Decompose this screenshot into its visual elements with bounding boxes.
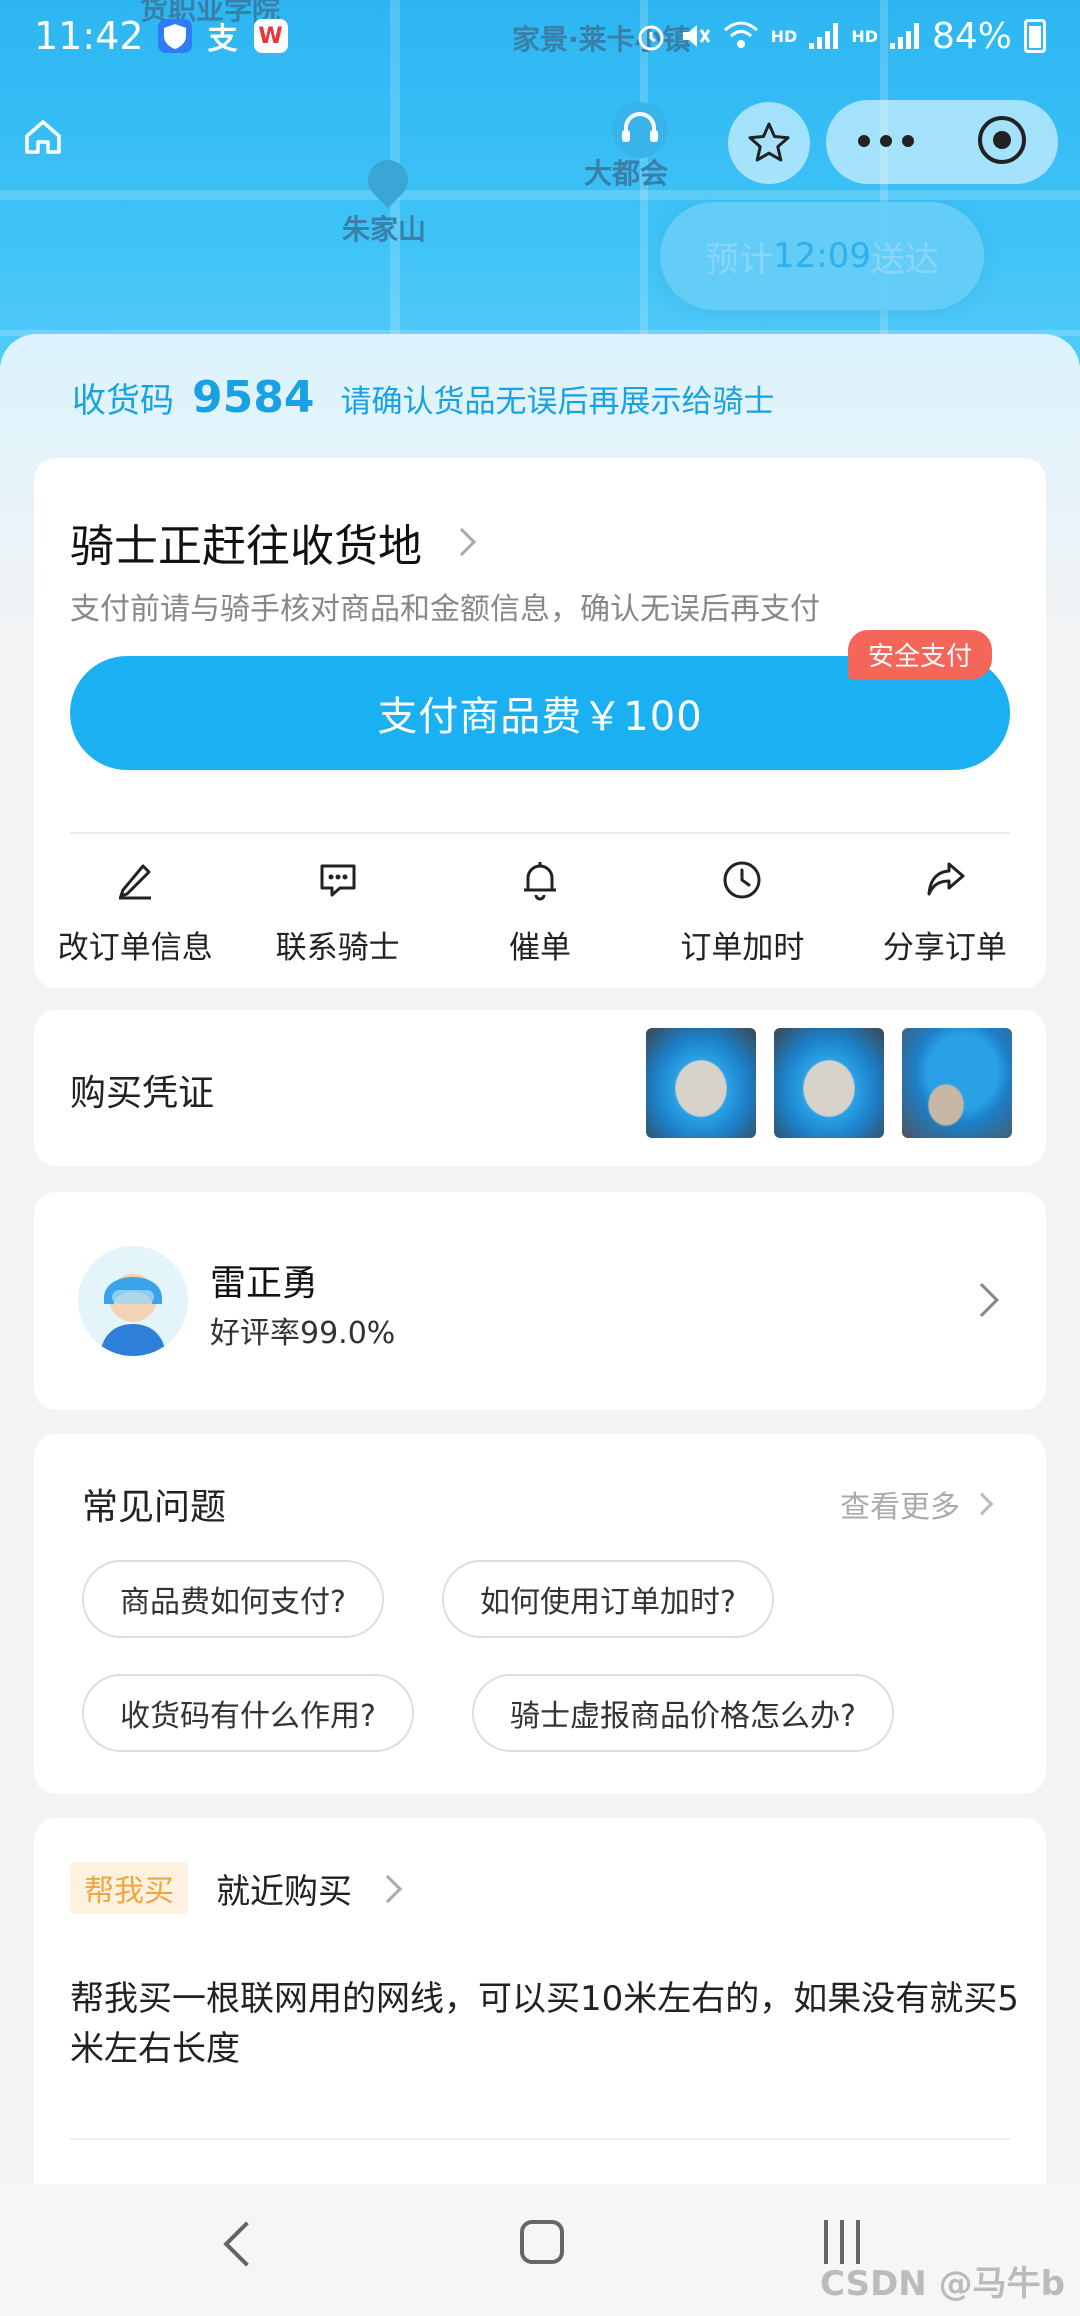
back-icon[interactable] xyxy=(223,2221,269,2267)
hd-signal-icon xyxy=(809,23,839,49)
proof-image-thumbnail[interactable] xyxy=(902,1028,1012,1138)
watermark: CSDN @马牛b xyxy=(820,2264,1065,2304)
eta-bubble: 预计 12:09 送达 xyxy=(660,202,984,310)
system-nav-bar: CSDN @马牛b xyxy=(0,2184,1080,2316)
rider-rating: 好评率99.0% xyxy=(210,1316,396,1351)
favorite-button[interactable] xyxy=(728,102,810,184)
map-place-label: 朱家山 xyxy=(342,213,427,246)
status-bar: 11:42 支 W HD HD 84% xyxy=(0,0,1080,72)
action-label: 联系骑士 xyxy=(275,930,400,966)
purchase-proof-card: 购买凭证 xyxy=(34,1010,1046,1166)
home-nav-icon[interactable] xyxy=(520,2220,564,2264)
faq-card: 常见问题 查看更多 商品费如何支付? 如何使用订单加时? 收货码有什么作用? 骑… xyxy=(34,1434,1046,1794)
order-detail-card: 帮我买 就近购买 帮我买一根联网用的网线，可以买10米左右的，如果没有就买5米左… xyxy=(34,1818,1046,2238)
share-order-button[interactable]: 分享订单 xyxy=(844,858,1046,967)
chat-icon xyxy=(320,864,356,897)
alarm-icon xyxy=(638,25,664,51)
receipt-code: 9584 xyxy=(192,372,315,423)
purchase-type-label: 就近购买 xyxy=(216,1872,352,1912)
map-road xyxy=(0,190,1080,200)
star-icon xyxy=(748,122,790,162)
chevron-right-icon xyxy=(447,527,477,557)
hd-signal-icon xyxy=(889,23,920,49)
see-more-label: 查看更多 xyxy=(840,1490,960,1525)
chevron-right-icon xyxy=(970,1492,994,1516)
safe-pay-badge: 安全支付 xyxy=(848,630,993,679)
divider xyxy=(70,2138,1010,2140)
more-button[interactable] xyxy=(856,133,916,152)
action-label: 分享订单 xyxy=(882,930,1007,966)
proof-image-thumbnail[interactable] xyxy=(774,1028,884,1138)
order-status-title: 骑士正赶往收货地 xyxy=(70,521,422,572)
home-button[interactable] xyxy=(22,116,64,158)
help-buy-tag: 帮我买 xyxy=(70,1862,188,1914)
edit-order-button[interactable]: 改订单信息 xyxy=(34,858,236,967)
alipay-icon: 支 xyxy=(207,22,238,57)
divider xyxy=(70,832,1010,834)
target-circle-icon xyxy=(978,116,1026,164)
faq-question-chip[interactable]: 骑士虚报商品价格怎么办? xyxy=(472,1674,894,1752)
rider-helmet-avatar-icon xyxy=(78,1246,188,1356)
shield-icon xyxy=(157,19,192,53)
status-time: 11:42 xyxy=(34,14,144,58)
faq-see-more-link[interactable]: 查看更多 xyxy=(840,1482,994,1526)
bell-icon xyxy=(524,862,557,901)
action-label: 订单加时 xyxy=(680,930,805,966)
chevron-right-icon xyxy=(965,1283,999,1317)
contact-rider-button[interactable]: 联系骑士 xyxy=(236,858,438,967)
faq-question-chip[interactable]: 如何使用订单加时? xyxy=(442,1560,774,1638)
order-status-title-row[interactable]: 骑士正赶往收货地 xyxy=(70,510,477,574)
receipt-code-hint: 请确认货品无误后再展示给骑士 xyxy=(340,384,775,420)
home-icon xyxy=(25,120,61,154)
eta-suffix: 送达 xyxy=(870,239,939,280)
rider-avatar xyxy=(78,1246,188,1356)
faq-title: 常见问题 xyxy=(82,1487,227,1528)
rider-card[interactable]: 雷正勇 好评率99.0% xyxy=(34,1192,1046,1410)
receipt-code-label: 收货码 xyxy=(72,381,174,421)
faq-question-chip[interactable]: 商品费如何支付? xyxy=(82,1560,384,1638)
wps-icon: W xyxy=(253,19,288,53)
rider-name: 雷正勇 xyxy=(210,1263,319,1304)
order-status-subtitle: 支付前请与骑手核对商品和金额信息，确认无误后再支付 xyxy=(70,592,820,627)
wifi-icon xyxy=(723,21,758,48)
purchase-type-link[interactable]: 就近购买 xyxy=(216,1864,403,1913)
battery-percent: 84% xyxy=(931,15,1012,57)
proof-image-thumbnail[interactable] xyxy=(646,1028,756,1138)
receipt-code-row: 收货码 9584 请确认货品无误后再展示给骑士 xyxy=(72,372,774,423)
faq-question-chip[interactable]: 收货码有什么作用? xyxy=(82,1674,414,1752)
chevron-right-icon xyxy=(373,1874,403,1903)
order-note: 帮我买一根联网用的网线，可以买10米左右的，如果没有就买5米左右长度 xyxy=(70,1979,1019,2069)
purchase-proof-label: 购买凭证 xyxy=(70,1073,215,1114)
urge-order-button[interactable]: 催单 xyxy=(439,858,641,967)
action-label: 改订单信息 xyxy=(57,930,213,966)
order-status-card: 骑士正赶往收货地 支付前请与骑手核对商品和金额信息，确认无误后再支付 支付商品费… xyxy=(34,458,1046,988)
hd-label: HD xyxy=(770,26,798,46)
clock-icon xyxy=(723,861,761,899)
close-miniprogram-button[interactable] xyxy=(976,114,1028,170)
headset-icon xyxy=(612,102,668,158)
edit-icon xyxy=(119,864,152,900)
mute-icon xyxy=(682,25,710,47)
order-actions: 改订单信息 联系骑士 催单 订单加时 分享订单 xyxy=(34,858,1046,967)
miniprogram-capsule xyxy=(826,100,1058,184)
order-sheet[interactable]: 收货码 9584 请确认货品无误后再展示给骑士 骑士正赶往收货地 支付前请与骑手… xyxy=(0,334,1080,2238)
hd-label: HD xyxy=(851,26,878,46)
eta-prefix: 预计 xyxy=(705,239,773,280)
action-label: 催单 xyxy=(509,930,572,966)
more-dots-icon xyxy=(858,134,914,147)
rider-location-marker[interactable] xyxy=(610,100,670,160)
extend-time-button[interactable]: 订单加时 xyxy=(641,858,843,967)
eta-time: 12:09 xyxy=(773,236,871,276)
share-icon xyxy=(927,862,965,896)
battery-icon xyxy=(1024,19,1046,53)
